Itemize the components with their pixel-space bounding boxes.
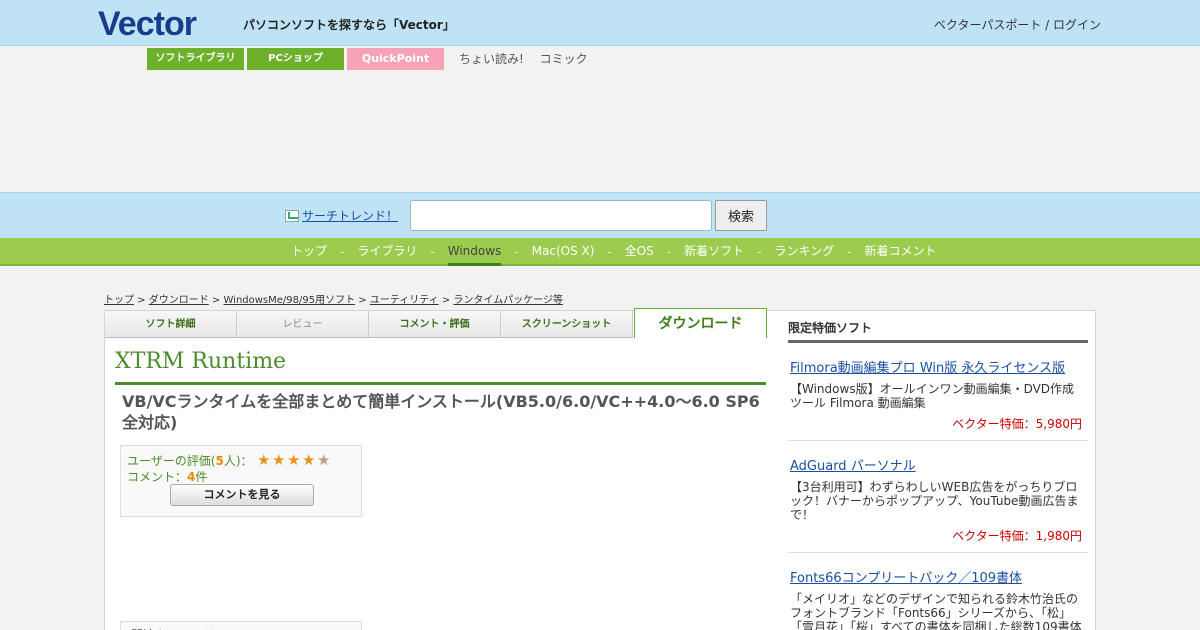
offer-item: Fonts66コンプリートパック／109書体 「メイリオ」などのデザインで知られ…: [788, 553, 1088, 630]
nav-mac[interactable]: Mac(OS X): [532, 238, 595, 266]
offer-description: 【Windows版】オールインワン動画編集・DVD作成ツール Filmora 動…: [790, 382, 1075, 410]
special-offers: 限定特価ソフト Filmora動画編集プロ Win版 永久ライセンス版 【Win…: [788, 319, 1088, 630]
nav-library[interactable]: ライブラリ: [357, 238, 417, 266]
rating-box: ユーザーの評価(5人)： ★ ★ ★ ★ ★ コメント：4件 コメントを見る: [120, 445, 362, 517]
offer-description: 【3台利用可】わずらわしいWEB広告をがっちりブロック！バナーからポップアップ、…: [790, 480, 1079, 522]
search-button[interactable]: 検索: [715, 200, 767, 231]
nav-separator: -: [666, 245, 672, 259]
user-rating: ユーザーの評価(5人)：: [127, 454, 253, 468]
extra-links: ちょい読み! コミック: [459, 50, 600, 67]
breadcrumb-download[interactable]: ダウンロード: [149, 295, 209, 306]
breadcrumb: トップ > ダウンロード > WindowsMe/98/95用ソフト > ユーテ…: [104, 295, 564, 306]
nav-new-comments[interactable]: 新着コメント: [865, 238, 937, 266]
product-description: VB/VCランタイムを全部まとめて簡単インストール(VB5.0/6.0/VC++…: [122, 392, 760, 432]
tab-download[interactable]: ダウンロード: [634, 308, 767, 338]
nav-separator: -: [430, 245, 435, 259]
nav-new-software[interactable]: 新着ソフト: [684, 238, 744, 266]
nav-separator: -: [607, 245, 612, 259]
nav-ranking[interactable]: ランキング: [775, 238, 835, 266]
nav-top[interactable]: トップ: [291, 238, 327, 266]
offer-price: ベクター特価：5,980円: [952, 417, 1082, 431]
title-divider: [115, 382, 766, 385]
related-keywords: 関連キーワード: [120, 621, 362, 630]
nav-separator: -: [757, 245, 762, 259]
offer-link[interactable]: AdGuard パーソナル: [790, 455, 1086, 474]
nav-separator: -: [847, 245, 852, 259]
tab-review: レビュー: [237, 311, 369, 338]
tab-comments[interactable]: コメント・評価: [369, 311, 501, 338]
nav-windows[interactable]: Windows: [447, 238, 502, 266]
offer-item: AdGuard パーソナル 【3台利用可】わずらわしいWEB広告をがっちりブロッ…: [788, 441, 1088, 553]
tab-screenshots[interactable]: スクリーンショット: [501, 311, 633, 338]
logo-text: Vector: [98, 5, 197, 43]
offer-description: 「メイリオ」などのデザインで知られる鈴木竹治氏のフォントブランド「Fonts66…: [790, 592, 1082, 630]
service-tab-software-library[interactable]: ソフトライブラリ: [147, 48, 244, 70]
link-choiyomi[interactable]: ちょい読み!: [459, 52, 524, 66]
content-panel: ソフト詳細 レビュー コメント・評価 スクリーンショット ダウンロード XTRM…: [104, 308, 1096, 630]
vector-logo[interactable]: Vector: [98, 5, 197, 43]
nav-all-os[interactable]: 全OS: [625, 238, 654, 266]
breadcrumb-top[interactable]: トップ: [104, 295, 134, 306]
site-header: Vector パソコンソフトを探すなら「Vector」 ベクターパスポート / …: [0, 0, 1200, 46]
service-tab-quickpoint[interactable]: QuickPoint: [347, 48, 444, 70]
main-nav: トップ - ライブラリ - Windows - Mac(OS X) - 全OS …: [0, 238, 1200, 266]
offer-price: ベクター特価：1,980円: [952, 529, 1082, 543]
nav-separator: -: [514, 245, 519, 259]
star-icon: ★: [257, 451, 271, 469]
comment-count: コメント：4件: [127, 470, 208, 484]
product-title: XTRM Runtime: [115, 349, 287, 374]
service-tabs: ソフトライブラリ PCショップ QuickPoint: [147, 48, 444, 70]
offer-item: Filmora動画編集プロ Win版 永久ライセンス版 【Windows版】オー…: [788, 343, 1088, 441]
breadcrumb-runtime[interactable]: ランタイムパッケージ等: [453, 295, 563, 306]
star-icon: ★: [302, 451, 316, 469]
offer-link[interactable]: Fonts66コンプリートパック／109書体: [790, 567, 1086, 586]
chart-icon: [285, 209, 299, 222]
nav-separator: -: [340, 245, 345, 259]
search-trend-label: サーチトレンド！: [302, 209, 399, 223]
service-tab-pc-shop[interactable]: PCショップ: [247, 48, 344, 70]
offers-heading: 限定特価ソフト: [788, 319, 1088, 343]
link-comic[interactable]: コミック: [540, 52, 588, 66]
offer-link[interactable]: Filmora動画編集プロ Win版 永久ライセンス版: [790, 357, 1086, 376]
star-icon: ★: [272, 451, 286, 469]
search-trend-link[interactable]: サーチトレンド！: [285, 207, 398, 224]
search-bar: サーチトレンド！ 検索: [0, 192, 1200, 238]
breadcrumb-utility[interactable]: ユーティリティ: [370, 295, 439, 306]
site-tagline: パソコンソフトを探すなら「Vector」: [243, 18, 455, 32]
half-star-icon: ★: [317, 451, 331, 469]
search-input[interactable]: [410, 200, 712, 231]
see-comments-button[interactable]: コメントを見る: [170, 484, 314, 506]
tab-software-details[interactable]: ソフト詳細: [105, 311, 237, 338]
breadcrumb-os[interactable]: WindowsMe/98/95用ソフト: [224, 295, 356, 306]
detail-tabs: ソフト詳細 レビュー コメント・評価 スクリーンショット ダウンロード: [105, 308, 767, 338]
star-icon: ★: [287, 451, 301, 469]
rating-stars: ★ ★ ★ ★ ★: [257, 451, 331, 469]
login-link[interactable]: ベクターパスポート / ログイン: [934, 16, 1101, 33]
